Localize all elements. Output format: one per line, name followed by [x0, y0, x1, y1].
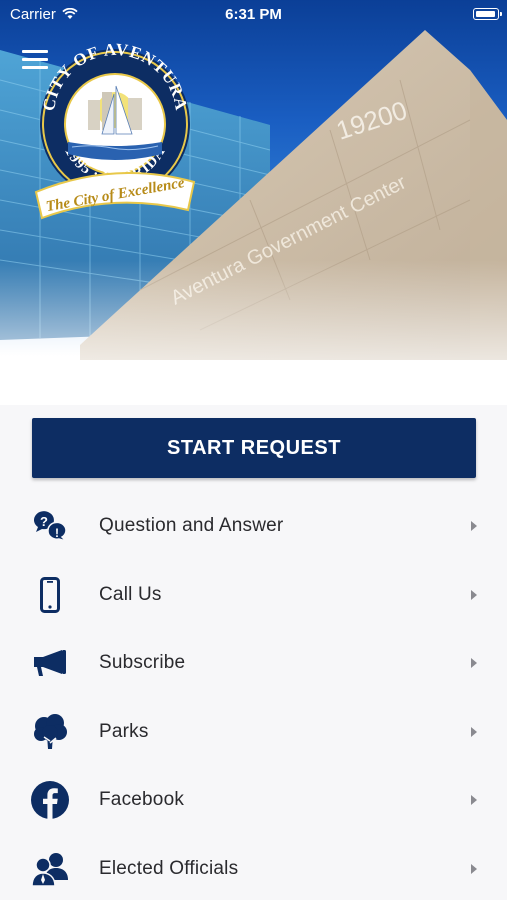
status-time: 6:31 PM [225, 5, 282, 23]
question-answer-icon: ? ! [30, 506, 70, 546]
menu-item-parks[interactable]: Parks [0, 698, 507, 767]
phone-icon [30, 575, 70, 615]
chevron-right-icon [471, 589, 477, 600]
chevron-right-icon [471, 863, 477, 874]
battery-icon [473, 8, 502, 20]
svg-text:!: ! [55, 526, 59, 540]
menu-item-label: Elected Officials [99, 857, 239, 879]
city-seal-logo: CITY OF AVENTURA 1995 · FLORIDA The City… [34, 42, 196, 220]
facebook-icon [30, 780, 70, 820]
tree-icon [30, 712, 70, 752]
menu-item-label: Facebook [99, 789, 185, 811]
menu-item-question-and-answer[interactable]: ? ! Question and Answer [0, 492, 507, 561]
menu-item-elected-officials[interactable]: Elected Officials [0, 835, 507, 900]
menu-item-facebook[interactable]: Facebook [0, 766, 507, 835]
menu-item-subscribe[interactable]: Subscribe [0, 629, 507, 698]
menu-item-label: Parks [99, 720, 149, 742]
chevron-right-icon [471, 658, 477, 669]
start-request-button[interactable]: START REQUEST [32, 418, 476, 478]
chevron-right-icon [471, 726, 477, 737]
menu-item-call-us[interactable]: Call Us [0, 561, 507, 630]
officials-icon [30, 849, 70, 889]
menu-item-label: Call Us [99, 583, 162, 605]
chevron-right-icon [471, 795, 477, 806]
hero-banner: 19200 Aventura Government Center Carrier… [0, 0, 507, 405]
chevron-right-icon [471, 521, 477, 532]
status-bar: Carrier 6:31 PM [0, 0, 507, 28]
menu-list: ? ! Question and Answer Call Us Subscrib… [0, 492, 507, 900]
menu-item-label: Subscribe [99, 652, 186, 674]
menu-item-label: Question and Answer [99, 515, 284, 537]
megaphone-icon [30, 643, 70, 683]
svg-text:?: ? [40, 514, 48, 529]
